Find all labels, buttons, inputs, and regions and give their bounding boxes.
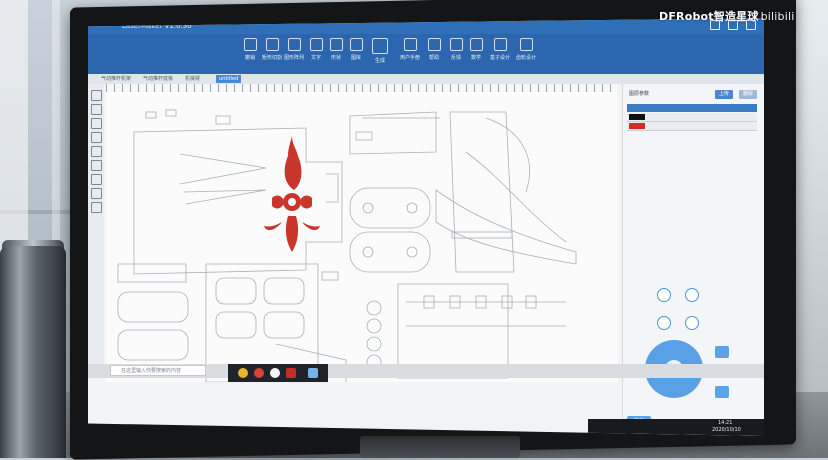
rect-cut-icon [265,38,279,51]
tab-doc-active[interactable]: untitled [216,75,242,83]
tool-gear-design[interactable]: 齿轮设计 [514,38,538,61]
polygon-tool-icon[interactable] [91,146,102,157]
monitor-stand [360,436,520,458]
play-icon[interactable] [657,316,671,330]
math-icon [469,38,483,51]
tool-help[interactable]: 帮助 [422,38,446,61]
layer-color-swatch [629,114,645,120]
array-icon [287,38,301,51]
tab-doc-3[interactable]: 机械臂 [182,75,203,83]
thermos-bottle [0,246,66,458]
clock-date: 2020/10/10 [712,427,741,433]
gear-icon [519,38,533,51]
clock-time: 14:21 [718,420,733,426]
help-icon [427,38,441,51]
document-tabs: 气动推杆机架 气动推杆底板 机械臂 untitled [88,74,764,84]
box-icon [493,38,507,51]
red-ornament [264,136,320,252]
generate-icon [372,38,388,54]
zoom-tool-icon[interactable] [91,202,102,213]
bilibili-logo: bilibili [760,10,795,23]
rotate-icon[interactable] [685,288,699,302]
main-toolbar: 撤销 矩形切割 图形阵列 文字 形状 图库 生成 用户手册 帮助 反馈 数学 盒… [88,34,764,74]
undo-icon [243,38,257,51]
lasermaker-taskbar-icon[interactable] [308,368,318,378]
feedback-icon [449,38,463,51]
tool-array[interactable]: 图形阵列 [282,38,306,61]
watermark-brand: DFRobot智造星球 [659,10,759,23]
left-toolbar [88,84,104,374]
ellipse-tool-icon[interactable] [91,132,102,143]
manual-icon [403,38,417,51]
delete-button[interactable]: 删除 [739,90,757,99]
gallery-icon [349,38,363,51]
watermark: DFRobot智造星球 bilibili [659,8,794,24]
layer-row-black[interactable] [627,113,757,122]
tool-generate[interactable]: 生成 [368,38,392,64]
text-tool-icon[interactable] [91,160,102,171]
text-icon [309,38,323,51]
layer-row-red[interactable] [627,122,757,131]
taskbar-search[interactable]: 在这里输入你要搜索的内容 [110,365,206,376]
shape-icon [329,38,343,51]
layer-panel-title: 图层参数 [629,91,650,97]
select-tool-icon[interactable] [91,90,102,101]
cut-parts-drawing [117,109,577,383]
tab-doc-2[interactable]: 气动推杆底板 [140,75,176,83]
horizontal-ruler [106,84,618,92]
monitor-screen: LaserMaker V1.0.30 撤销 矩形切割 图形阵列 文字 形状 图库… [88,18,764,436]
z-down-button[interactable] [715,386,729,398]
app-icon[interactable] [286,368,296,378]
layer-table-header [627,104,757,112]
tool-undo[interactable]: 撤销 [238,38,262,61]
tool-box-design[interactable]: 盒子设计 [488,38,512,61]
tool-rect-cut[interactable]: 矩形切割 [260,38,284,61]
home-icon[interactable] [657,288,671,302]
layer-color-swatch [629,123,645,129]
browser-icon[interactable] [254,368,264,378]
layer-panel: 图层参数 上传 删除 加工 停止 [622,84,764,436]
tool-math[interactable]: 数学 [464,38,488,61]
tool-gallery[interactable]: 图库 [344,38,368,61]
line-tool-icon[interactable] [91,104,102,115]
tool-manual[interactable]: 用户手册 [398,38,422,61]
z-up-button[interactable] [715,346,729,358]
pen-tool-icon[interactable] [91,174,102,185]
node-tool-icon[interactable] [91,188,102,199]
design-canvas[interactable] [106,92,618,383]
upload-button[interactable]: 上传 [715,90,733,99]
rect-tool-icon[interactable] [91,118,102,129]
chrome-icon[interactable] [270,368,280,378]
explorer-icon[interactable] [238,368,248,378]
stop-icon[interactable] [685,316,699,330]
tab-doc-1[interactable]: 气动推杆机架 [98,75,134,83]
